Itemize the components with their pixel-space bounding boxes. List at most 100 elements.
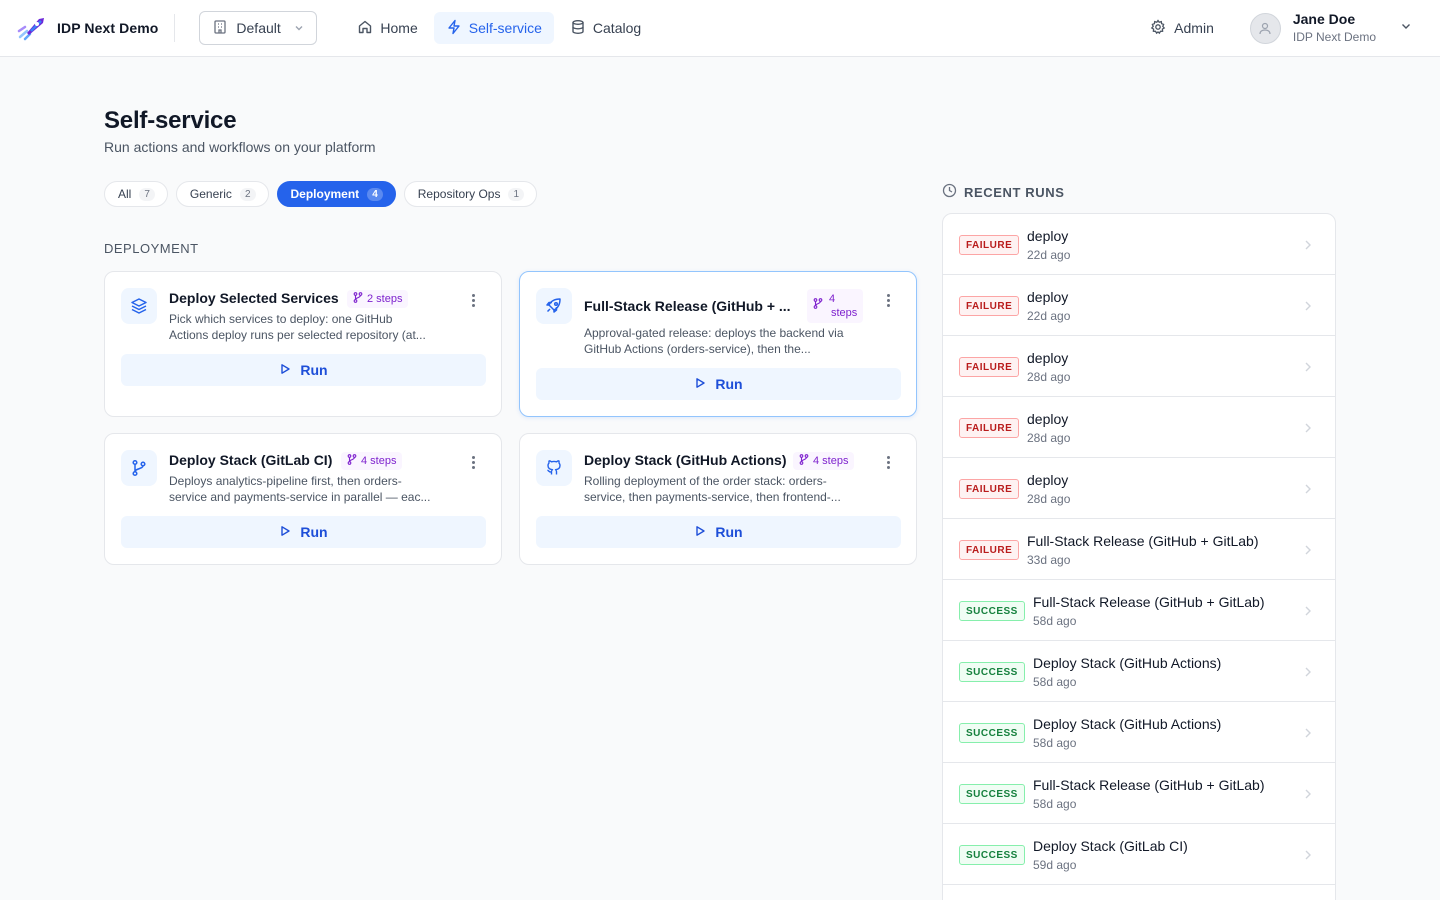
recent-run-row[interactable]: SUCCESS Deploy Stack (GitHub Actions) 58… xyxy=(943,702,1335,763)
run-button[interactable]: Run xyxy=(121,516,486,548)
card-description-line: Deploys analytics-pipeline first, then o… xyxy=(169,474,402,488)
status-badge: SUCCESS xyxy=(959,601,1025,621)
status-badge: FAILURE xyxy=(959,418,1020,438)
recent-run-row[interactable]: FAILURE deploy 28d ago xyxy=(943,458,1335,519)
steps-label: 4 steps xyxy=(829,292,857,320)
run-time: 28d ago xyxy=(1027,492,1071,506)
top-bar: IDP Next Demo Default Home Self-service xyxy=(0,0,1440,57)
chevron-right-icon xyxy=(1303,299,1313,317)
git-fork-icon xyxy=(799,454,809,468)
steps-label: 2 steps xyxy=(367,293,403,305)
filter-count: 4 xyxy=(367,187,383,201)
recent-run-row[interactable]: SUCCESS Deploy Stack (GitHub Actions) 58… xyxy=(943,641,1335,702)
steps-badge: 4 steps xyxy=(793,452,855,470)
recent-run-row[interactable]: FAILURE deploy 22d ago xyxy=(943,275,1335,336)
divider xyxy=(174,14,176,42)
brand[interactable]: IDP Next Demo xyxy=(0,0,158,56)
chevron-right-icon xyxy=(1303,360,1313,378)
run-time: 28d ago xyxy=(1027,431,1071,445)
run-name: deploy xyxy=(1027,350,1069,366)
card-description: Deploys analytics-pipeline first, then o… xyxy=(169,473,469,505)
status-badge: FAILURE xyxy=(959,479,1020,499)
run-name: deploy xyxy=(1027,411,1069,427)
action-card-full-stack-release[interactable]: Full-Stack Release (GitHub + ... 4 steps… xyxy=(519,271,917,417)
chevron-right-icon xyxy=(1303,665,1313,683)
card-description: Pick which services to deploy: one GitHu… xyxy=(169,311,469,343)
run-button[interactable]: Run xyxy=(536,516,901,548)
chevron-right-icon xyxy=(1303,726,1313,744)
filter-generic[interactable]: Generic 2 xyxy=(175,181,269,207)
filter-pills: All 7 Generic 2 Deployment 4 Repository … xyxy=(104,181,538,207)
run-time: 58d ago xyxy=(1033,736,1077,750)
filter-count: 7 xyxy=(139,187,155,201)
action-card-deploy-selected-services[interactable]: Deploy Selected Services 2 steps Pick wh… xyxy=(104,271,502,417)
steps-count: 4 xyxy=(829,293,836,305)
run-name: Deploy Stack (GitHub Actions) xyxy=(1033,716,1222,732)
recent-runs-title: RECENT RUNS xyxy=(964,184,1065,200)
rocket-logo-icon xyxy=(17,15,47,41)
run-button[interactable]: Run xyxy=(536,368,901,400)
run-name: Full-Stack Release (GitHub + GitLab) xyxy=(1033,777,1265,793)
run-name: deploy xyxy=(1027,289,1069,305)
git-fork-icon xyxy=(347,454,357,468)
run-name: deploy xyxy=(1027,472,1069,488)
recent-run-row[interactable]: SUCCESS Deploy Stack (GitLab CI) 59d ago xyxy=(943,824,1335,885)
steps-label: 4 steps xyxy=(361,455,397,467)
more-options-icon[interactable] xyxy=(467,456,479,469)
chevron-right-icon xyxy=(1303,787,1313,805)
recent-run-row[interactable]: FAILURE deploy 28d ago xyxy=(943,397,1335,458)
nav-catalog-label: Catalog xyxy=(592,20,642,36)
run-button[interactable]: Run xyxy=(121,354,486,386)
run-name: Deploy Stack (GitLab CI) xyxy=(1033,838,1188,854)
home-icon xyxy=(357,19,373,38)
workspace-select[interactable]: Default xyxy=(199,11,318,45)
git-branch-icon xyxy=(121,450,157,486)
clock-icon xyxy=(942,183,957,201)
action-card-deploy-stack-gitlab[interactable]: Deploy Stack (GitLab CI) 4 steps Deploys… xyxy=(104,433,502,565)
avatar xyxy=(1249,12,1281,44)
more-options-icon[interactable] xyxy=(882,456,894,469)
status-badge: FAILURE xyxy=(959,540,1020,560)
chevron-down-icon xyxy=(294,20,304,36)
play-icon xyxy=(694,524,706,540)
run-time: 22d ago xyxy=(1027,309,1071,323)
recent-run-row[interactable]: FAILURE Full-Stack Release (GitHub + Git… xyxy=(943,519,1335,580)
action-card-deploy-stack-github[interactable]: Deploy Stack (GitHub Actions) 4 steps Ro… xyxy=(519,433,917,565)
recent-run-row[interactable]: FAILURE deploy 22d ago xyxy=(943,214,1335,275)
filter-repository-ops[interactable]: Repository Ops 1 xyxy=(403,181,538,207)
chevron-right-icon xyxy=(1303,482,1313,500)
filter-all[interactable]: All 7 xyxy=(104,181,168,207)
rocket-icon xyxy=(536,288,572,324)
admin-link[interactable]: Admin xyxy=(1150,18,1214,38)
github-icon xyxy=(536,450,572,486)
workspace-select-label: Default xyxy=(236,20,281,36)
status-badge: SUCCESS xyxy=(959,662,1025,682)
filter-deployment[interactable]: Deployment 4 xyxy=(276,181,396,207)
recent-run-row[interactable]: SUCCESS Full-Stack Release (GitHub + Git… xyxy=(943,763,1335,824)
more-options-icon[interactable] xyxy=(882,294,894,307)
database-icon xyxy=(570,19,586,38)
user-org: IDP Next Demo xyxy=(1292,30,1376,44)
chevron-right-icon xyxy=(1303,421,1313,439)
run-time: 33d ago xyxy=(1027,553,1071,567)
section-label: DEPLOYMENT xyxy=(104,241,199,256)
header-right: Admin Jane Doe IDP Next Demo xyxy=(1150,0,1440,56)
chevron-right-icon xyxy=(1303,543,1313,561)
filter-label: All xyxy=(118,187,132,201)
run-button-label: Run xyxy=(715,376,743,392)
nav-catalog[interactable]: Catalog xyxy=(558,12,653,44)
recent-run-row[interactable]: FAILURE deploy 28d ago xyxy=(943,336,1335,397)
steps-badge: 2 steps xyxy=(347,290,409,308)
main-nav: Home Self-service Catalog xyxy=(345,12,653,44)
chevron-right-icon xyxy=(1303,848,1313,866)
play-icon xyxy=(279,362,291,378)
recent-run-row[interactable]: SUCCESS Full-Stack Release (GitHub + Git… xyxy=(943,580,1335,641)
nav-home[interactable]: Home xyxy=(345,12,429,44)
card-description: Rolling deployment of the order stack: o… xyxy=(584,473,884,505)
lightning-icon xyxy=(446,19,462,38)
more-options-icon[interactable] xyxy=(467,294,479,307)
run-name: Deploy Stack (GitHub Actions) xyxy=(1033,655,1222,671)
steps-word: steps xyxy=(831,307,858,319)
user-menu[interactable]: Jane Doe IDP Next Demo xyxy=(1249,10,1412,46)
nav-self-service[interactable]: Self-service xyxy=(433,12,554,44)
